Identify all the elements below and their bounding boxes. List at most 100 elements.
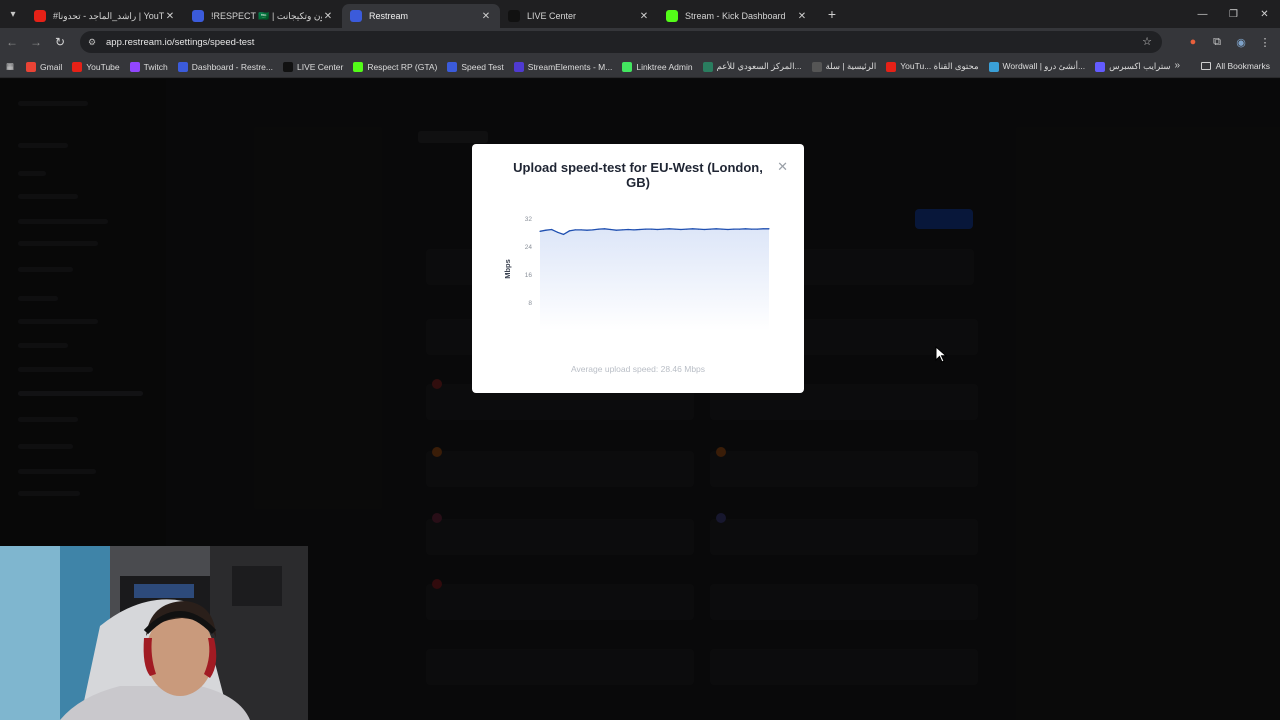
tab-close-icon[interactable]: ✕ — [322, 11, 334, 22]
url-text: app.restream.io/settings/speed-test — [106, 36, 255, 48]
browser-tab[interactable]: #راشد_الماجد - تحدونا | YouTube✕ — [26, 4, 184, 28]
browser-tab[interactable]: Restream ✕ — [342, 4, 500, 28]
speed-point — [580, 229, 582, 231]
bookmark-item[interactable]: سترايب اكسبرس — [1095, 61, 1171, 72]
salla-icon — [811, 61, 822, 72]
reload-icon[interactable]: ↻ — [48, 30, 72, 54]
speed-point — [656, 228, 658, 231]
upload-speed-chart: Mbps 8 16 24 32 — [503, 216, 770, 331]
close-window-icon[interactable]: ✕ — [1249, 0, 1280, 28]
browser-tab[interactable]: Stream - Kick Dashboard ✕ — [658, 4, 816, 28]
speed-point — [545, 229, 547, 231]
bookmark-label: Respect RP (GTA) — [367, 61, 438, 72]
youtube-icon — [34, 10, 46, 22]
navigation-bar: ← → ↻ ⚙ app.restream.io/settings/speed-t… — [0, 28, 1280, 56]
speed-point — [568, 230, 570, 232]
speed-point — [715, 228, 717, 230]
speed-point — [703, 228, 705, 231]
speed-point — [651, 228, 653, 230]
minimize-icon[interactable]: — — [1187, 0, 1218, 28]
tab-title: LIVE Center — [527, 11, 577, 21]
speed-point — [727, 228, 729, 231]
bookmark-item[interactable]: Gmail — [26, 61, 62, 72]
bookmark-item[interactable]: Respect RP (GTA) — [353, 61, 437, 72]
speed-test-modal: Upload speed-test for EU-West (London, G… — [472, 144, 804, 393]
mouse-cursor-icon — [935, 346, 948, 363]
speed-point — [586, 229, 588, 231]
tab-close-icon[interactable]: ✕ — [164, 11, 176, 22]
y-axis-label: Mbps — [503, 259, 512, 279]
bookmark-item[interactable]: Wordwall | أنشئ درو... — [988, 61, 1085, 72]
speed-point — [609, 228, 612, 231]
bookmark-item[interactable]: Speed Test — [447, 61, 504, 72]
site-info-icon[interactable]: ⚙ — [88, 37, 102, 48]
speed-point — [639, 228, 641, 231]
speed-point — [739, 228, 741, 230]
bookmark-item[interactable]: Dashboard - Restre... — [177, 61, 273, 72]
bookmark-item[interactable]: Twitch — [129, 61, 168, 72]
bookmark-item[interactable]: StreamElements - M... — [513, 61, 613, 72]
streamelements-icon — [513, 61, 524, 72]
speed-point — [604, 228, 606, 230]
tab-close-icon[interactable]: ✕ — [638, 11, 650, 22]
speed-point — [662, 228, 664, 230]
page-icon — [702, 61, 713, 72]
tab-close-icon[interactable]: ✕ — [796, 11, 808, 22]
speed-point — [709, 228, 711, 230]
bookmark-star-icon[interactable]: ☆ — [1142, 35, 1152, 48]
tab-title: Restream — [369, 11, 409, 21]
kick-icon — [666, 10, 678, 22]
y-tick-label: 32 — [525, 216, 533, 223]
youtube-icon — [886, 61, 897, 72]
modal-title: Upload speed-test for EU-West (London, G… — [513, 160, 763, 190]
browser-tab[interactable]: !RESPECT 🇸🇦 | رايكوون وتكيجانت✕ — [184, 4, 342, 28]
extension-flame-icon[interactable]: ● — [1184, 31, 1202, 53]
restore-icon[interactable]: ❐ — [1218, 0, 1249, 28]
bookmark-item[interactable]: YouTube — [72, 61, 120, 72]
tab-close-icon[interactable]: ✕ — [480, 11, 492, 22]
speed-point — [674, 228, 676, 230]
youtube-icon — [72, 61, 83, 72]
speed-point — [733, 228, 735, 230]
speed-point — [645, 228, 647, 230]
folder-icon — [1200, 62, 1211, 70]
profile-avatar[interactable]: ◉ — [1232, 31, 1250, 53]
bookmark-item[interactable]: المركز السعودي للأعم... — [702, 61, 802, 72]
tiktok-icon — [283, 61, 293, 72]
y-tick-label: 8 — [528, 300, 532, 307]
apps-grid-icon[interactable]: ▦ — [6, 61, 14, 72]
speed-point — [697, 228, 700, 230]
bookmark-item[interactable]: الرئيسية | سلة — [811, 61, 876, 72]
webcam-image — [0, 546, 308, 720]
tab-title: Stream - Kick Dashboard — [685, 11, 786, 21]
speed-point — [621, 229, 623, 231]
bookmark-label: YouTube — [86, 61, 120, 72]
kick-icon — [353, 61, 364, 72]
speed-point — [744, 228, 747, 230]
menu-kebab-icon[interactable]: ⋮ — [1256, 31, 1274, 53]
address-bar[interactable]: ⚙ app.restream.io/settings/speed-test ☆ — [80, 31, 1162, 53]
speed-point — [598, 228, 600, 230]
restream-icon — [447, 61, 458, 72]
bookmark-label: Linktree Admin — [636, 61, 693, 72]
bookmark-label: StreamElements - M... — [527, 61, 613, 72]
y-tick-label: 24 — [525, 244, 533, 251]
browser-tab[interactable]: LIVE Center ✕ — [500, 4, 658, 28]
bookmark-label: Gmail — [40, 61, 63, 72]
new-tab-button[interactable]: + — [820, 6, 844, 22]
forward-icon[interactable]: → — [24, 30, 48, 54]
extensions-icon[interactable]: ⧉ — [1208, 31, 1226, 53]
all-bookmarks-button[interactable]: All Bookmarks — [1200, 61, 1270, 71]
tab-strip: ▾ #راشد_الماجد - تحدونا | YouTube✕!RESPE… — [0, 0, 1280, 28]
bookmark-item[interactable]: LIVE Center — [283, 61, 343, 72]
tab-search-icon[interactable]: ▾ — [0, 0, 26, 28]
bookmark-item[interactable]: Linktree Admin — [622, 61, 693, 72]
bookmark-label: Dashboard - Restre... — [191, 61, 273, 72]
tab-title: #راشد_الماجد - تحدونا | YouTube — [53, 10, 164, 21]
bookmarks-overflow-icon[interactable]: » — [1174, 60, 1180, 71]
speed-area — [540, 228, 769, 331]
close-icon[interactable]: ✕ — [777, 159, 788, 175]
restream-icon — [177, 61, 188, 72]
back-icon[interactable]: ← — [0, 30, 24, 54]
bookmark-item[interactable]: YouTu... محتوى القناة — [886, 61, 979, 72]
